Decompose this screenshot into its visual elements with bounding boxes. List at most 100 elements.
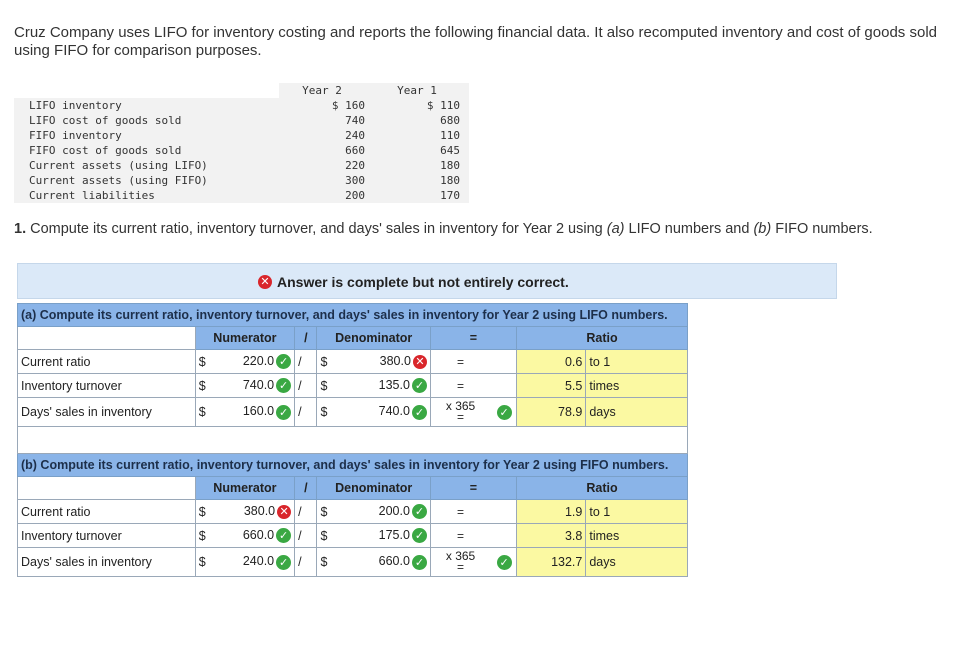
data-row-year1: 180 bbox=[374, 173, 469, 188]
currency-sign: $ bbox=[194, 349, 212, 374]
denominator-value: 175.0 bbox=[378, 527, 410, 542]
check-icon: ✓ bbox=[496, 404, 512, 420]
divide-sign: / bbox=[294, 499, 318, 524]
section-gap bbox=[17, 426, 688, 454]
question-text-c: FIFO numbers. bbox=[771, 221, 873, 237]
ratio-result-input[interactable]: 1.9 bbox=[515, 499, 587, 524]
numerator-input[interactable]: 160.0 ✓ bbox=[211, 397, 296, 427]
divide-sign: / bbox=[294, 523, 318, 548]
financial-data-table: Year 2 Year 1 LIFO inventory $ 160 $ 110 LI… bbox=[14, 83, 469, 203]
data-row-year1: 645 bbox=[374, 143, 469, 158]
operator-cell: = bbox=[429, 373, 491, 398]
section-title: (a) Compute its current ratio, inventory… bbox=[17, 303, 688, 327]
operator-cell: x 365 = bbox=[429, 547, 491, 577]
section-title-row: (b) Compute its current ratio, inventory… bbox=[17, 453, 688, 477]
numerator-input[interactable]: 660.0 ✓ bbox=[211, 523, 296, 548]
row-label: Current ratio bbox=[17, 499, 196, 524]
operator-status bbox=[490, 499, 518, 524]
incorrect-icon: ✕ bbox=[258, 275, 272, 289]
check-icon: ✓ bbox=[276, 554, 292, 570]
denominator-value: 200.0 bbox=[378, 503, 410, 518]
row-label: Current ratio bbox=[17, 349, 196, 374]
check-icon: ✓ bbox=[276, 404, 292, 420]
denominator-input[interactable]: 175.0 ✓ bbox=[333, 523, 431, 548]
data-row-year1: 680 bbox=[374, 113, 469, 128]
data-row-label: FIFO inventory bbox=[14, 128, 279, 143]
numerator-value: 740.0 bbox=[242, 377, 275, 392]
currency-sign: $ bbox=[194, 547, 212, 577]
numerator-input[interactable]: 740.0 ✓ bbox=[211, 373, 296, 398]
ratio-unit: to 1 bbox=[585, 349, 688, 374]
data-row: LIFO cost of goods sold 740 680 bbox=[14, 113, 469, 128]
data-row-year2: 300 bbox=[279, 173, 374, 188]
denominator-value: 135.0 bbox=[378, 377, 410, 392]
numerator-input[interactable]: 240.0 ✓ bbox=[211, 547, 296, 577]
ratio-result-input[interactable]: 3.8 bbox=[515, 523, 587, 548]
numerator-input[interactable]: 380.0 ✕ bbox=[211, 499, 296, 524]
slash-header: / bbox=[294, 326, 318, 350]
denominator-input[interactable]: 660.0 ✓ bbox=[333, 547, 431, 577]
currency-sign: $ bbox=[194, 397, 212, 427]
currency-sign: $ bbox=[316, 547, 334, 577]
section-title-row: (a) Compute its current ratio, inventory… bbox=[17, 303, 688, 327]
equals-operator: = bbox=[457, 378, 465, 393]
data-row-year1: 110 bbox=[374, 128, 469, 143]
equals-label: = bbox=[457, 559, 465, 574]
check-icon: ✓ bbox=[411, 528, 427, 544]
incorrect-icon: ✕ bbox=[277, 504, 292, 519]
check-icon: ✓ bbox=[276, 378, 292, 394]
numerator-value: 160.0 bbox=[242, 404, 275, 419]
question-text-b: LIFO numbers and bbox=[624, 221, 754, 237]
data-row: FIFO inventory 240 110 bbox=[14, 128, 469, 143]
denominator-input[interactable]: 380.0 ✕ bbox=[333, 349, 431, 374]
equals-label: = bbox=[457, 409, 465, 424]
ratio-unit: times bbox=[585, 523, 688, 548]
operator-status bbox=[490, 523, 518, 548]
answer-status-banner: ✕ Answer is complete but not entirely co… bbox=[17, 263, 837, 299]
divide-sign: / bbox=[294, 373, 318, 398]
operator-cell: x 365 = bbox=[429, 397, 491, 427]
data-row-year1: 170 bbox=[374, 188, 469, 203]
currency-sign: $ bbox=[316, 499, 334, 524]
denominator-input[interactable]: 740.0 ✓ bbox=[333, 397, 431, 427]
ratio-row: Current ratio $ 380.0 ✕ / $ 200.0 ✓ = 1.9 … bbox=[17, 499, 688, 524]
ratio-row: Current ratio $ 220.0 ✓ / $ 380.0 ✕ = 0.6 … bbox=[17, 349, 688, 374]
denominator-input[interactable]: 135.0 ✓ bbox=[333, 373, 431, 398]
data-row: Current assets (using FIFO) 300 180 bbox=[14, 173, 469, 188]
question-number: 1. bbox=[14, 221, 27, 237]
divide-sign: / bbox=[294, 397, 318, 427]
currency-sign: $ bbox=[194, 499, 212, 524]
ratio-unit: times bbox=[585, 373, 688, 398]
check-icon: ✓ bbox=[411, 504, 427, 520]
data-row-label: Current assets (using FIFO) bbox=[14, 173, 279, 188]
multiply-365-operator: x 365 = bbox=[446, 550, 475, 574]
denominator-input[interactable]: 200.0 ✓ bbox=[333, 499, 431, 524]
data-row-year2: $ 160 bbox=[279, 98, 374, 113]
question-text-a: Compute its current ratio, inventory tur… bbox=[26, 221, 607, 237]
equals-header: = bbox=[429, 476, 518, 500]
data-row-year1: 180 bbox=[374, 158, 469, 173]
multiply-365-operator: x 365 = bbox=[446, 400, 475, 424]
numerator-input[interactable]: 220.0 ✓ bbox=[211, 349, 296, 374]
data-row-year2: 200 bbox=[279, 188, 374, 203]
numerator-header: Numerator bbox=[194, 326, 296, 350]
currency-sign: $ bbox=[316, 373, 334, 398]
ratio-row: Inventory turnover $ 740.0 ✓ / $ 135.0 ✓ =… bbox=[17, 373, 688, 398]
year2-header: Year 2 bbox=[279, 83, 374, 98]
ratio-row: Days' sales in inventory $ 160.0 ✓ / $ 74… bbox=[17, 397, 688, 427]
header-row: Numerator / Denominator = Ratio bbox=[17, 476, 688, 500]
equals-operator: = bbox=[457, 504, 465, 519]
data-row-year2: 660 bbox=[279, 143, 374, 158]
ratio-result-input[interactable]: 132.7 bbox=[515, 547, 587, 577]
ratio-result-input[interactable]: 5.5 bbox=[515, 373, 587, 398]
ratio-result-input[interactable]: 78.9 bbox=[515, 397, 587, 427]
operator-status bbox=[490, 349, 518, 374]
denominator-value: 380.0 bbox=[379, 354, 411, 369]
currency-sign: $ bbox=[316, 349, 334, 374]
row-label: Inventory turnover bbox=[17, 373, 196, 398]
ratio-result-input[interactable]: 0.6 bbox=[515, 349, 587, 374]
check-icon: ✓ bbox=[276, 354, 292, 370]
data-row-label: Current liabilities bbox=[14, 188, 279, 203]
numerator-value: 240.0 bbox=[242, 554, 275, 569]
intro-text: Cruz Company uses LIFO for inventory cos… bbox=[14, 24, 937, 59]
